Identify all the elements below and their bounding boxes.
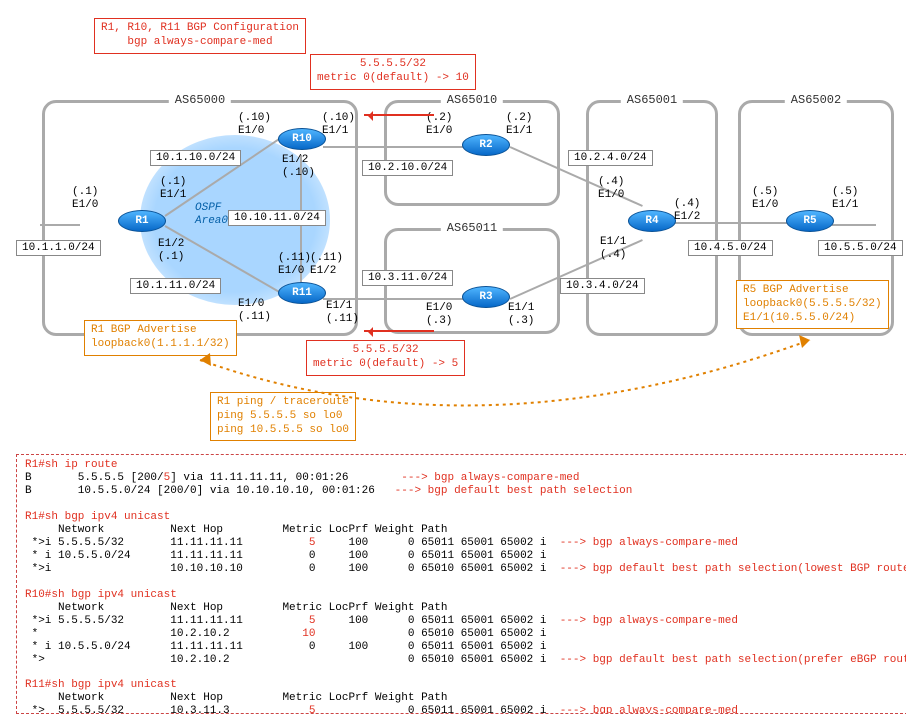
net-10-2-4: 10.2.4.0/24 (568, 150, 653, 166)
arrow-top (364, 114, 434, 116)
net-10-1-10: 10.1.10.0/24 (150, 150, 241, 166)
as65010-title: AS65010 (441, 93, 503, 107)
if-r11-e10u: (.11) E1/0 (278, 252, 311, 277)
link-r5-right (832, 224, 876, 226)
if-r4-e10: (.4) E1/0 (598, 176, 624, 201)
as65000-title: AS65000 (169, 93, 231, 107)
net-10-10-11: 10.10.11.0/24 (228, 210, 326, 226)
if-r4-e12: (.4) E1/2 (674, 198, 700, 223)
ping-note: R1 ping / traceroute ping 5.5.5.5 so lo0… (210, 392, 356, 441)
if-r4-e11: E1/1 (.4) (600, 236, 626, 261)
if-r10-e12d: E1/2 (.10) (282, 154, 315, 179)
router-r10: R10 (278, 128, 326, 150)
ospf-label: OSPF Area0 (195, 202, 228, 227)
if-r1-e12: E1/2 (.1) (158, 238, 184, 263)
config-note: R1, R10, R11 BGP Configuration bgp alway… (94, 18, 306, 54)
if-r10-e10l: (.10) E1/0 (238, 112, 271, 137)
router-r3: R3 (462, 286, 510, 308)
router-r4: R4 (628, 210, 676, 232)
router-r11: R11 (278, 282, 326, 304)
metric-top: 5.5.5.5/32 metric 0(default) -> 10 (310, 54, 476, 90)
as65001-title: AS65001 (621, 93, 683, 107)
diagram-stage: AS65000 AS65010 AS65011 AS65001 AS65002 … (0, 0, 906, 719)
if-r11-e12u: (.11) E1/2 (310, 252, 343, 277)
if-r11-e10l: E1/0 (.11) (238, 298, 271, 323)
net-10-1-1: 10.1.1.0/24 (16, 240, 101, 256)
r5-adv: R5 BGP Advertise loopback0(5.5.5.5/32) E… (736, 280, 889, 329)
net-10-3-11: 10.3.11.0/24 (362, 270, 453, 286)
if-r3-e11: E1/1 (.3) (508, 302, 534, 327)
net-10-5-5: 10.5.5.0/24 (818, 240, 903, 256)
if-r1-e11: (.1) E1/1 (160, 176, 186, 201)
if-r5-e11: (.5) E1/1 (832, 186, 858, 211)
if-r3-e10: E1/0 (.3) (426, 302, 452, 327)
as65002-title: AS65002 (785, 93, 847, 107)
if-r1-e10: (.1) E1/0 (72, 186, 98, 211)
terminal-output: R1#sh ip route B 5.5.5.5 [200/5] via 11.… (16, 454, 906, 714)
router-r5: R5 (786, 210, 834, 232)
router-r1: R1 (118, 210, 166, 232)
if-r10-e11r: (.10) E1/1 (322, 112, 355, 137)
link-r1-left (40, 224, 80, 226)
router-r2: R2 (462, 134, 510, 156)
net-10-3-4: 10.3.4.0/24 (560, 278, 645, 294)
net-10-2-10: 10.2.10.0/24 (362, 160, 453, 176)
arrow-bottom (364, 330, 434, 332)
metric-bottom: 5.5.5.5/32 metric 0(default) -> 5 (306, 340, 465, 376)
net-10-4-5: 10.4.5.0/24 (688, 240, 773, 256)
r1-adv: R1 BGP Advertise loopback0(1.1.1.1/32) (84, 320, 237, 356)
net-10-1-11: 10.1.11.0/24 (130, 278, 221, 294)
as65011-title: AS65011 (441, 221, 503, 235)
if-r11-e11r: E1/1 (.11) (326, 300, 359, 325)
if-r2-e11: (.2) E1/1 (506, 112, 532, 137)
link-r10-r2 (323, 146, 463, 148)
if-r5-e10: (.5) E1/0 (752, 186, 778, 211)
